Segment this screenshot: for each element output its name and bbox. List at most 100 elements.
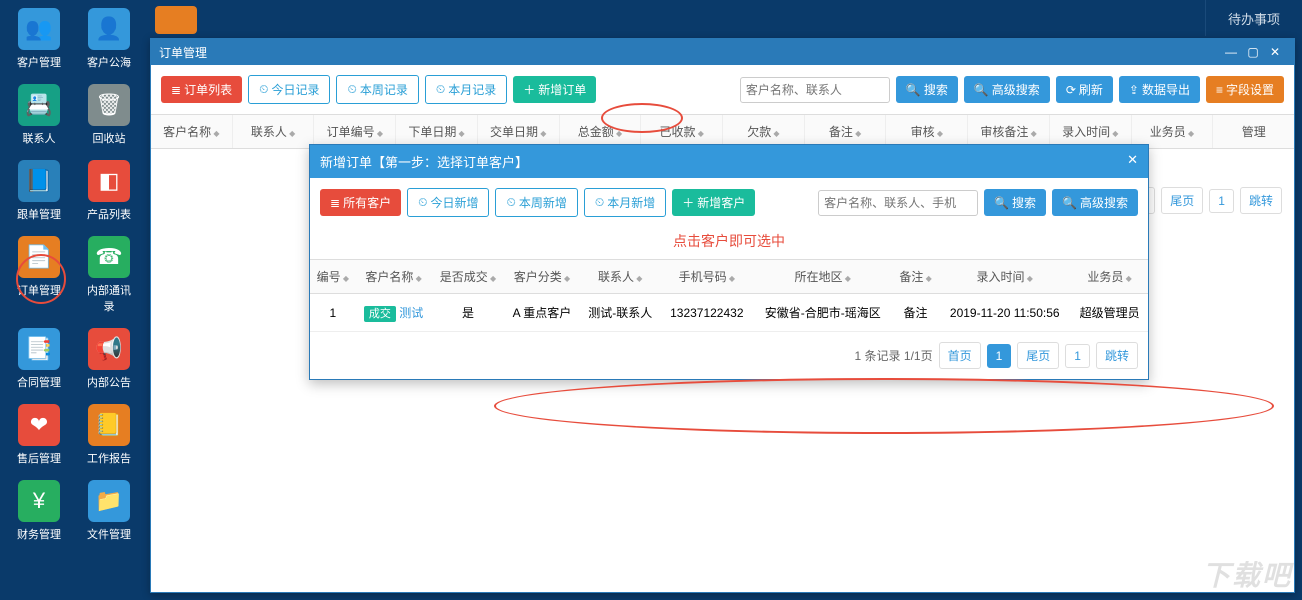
btn-export[interactable]: ⇪数据导出 <box>1119 76 1200 103</box>
desktop-icon-report[interactable]: 📒工作报告 <box>84 404 134 466</box>
btn-field-settings[interactable]: ≡字段设置 <box>1206 76 1284 103</box>
gh-customer[interactable]: 客户名称 <box>151 115 233 148</box>
desktop-icon-contract-mgmt[interactable]: 📑合同管理 <box>14 328 64 390</box>
cell-deal: 是 <box>432 294 505 332</box>
pager-page[interactable]: 1 <box>1065 344 1090 368</box>
btn-search[interactable]: 🔍搜索 <box>896 76 958 103</box>
mbtn-month[interactable]: ⏲本月新增 <box>584 188 666 217</box>
desktop-icon-order-mgmt[interactable]: 📄订单管理 <box>14 236 64 314</box>
gh-contact[interactable]: 联系人 <box>233 115 315 148</box>
desktop-icon-customer-pool[interactable]: 👤客户公海 <box>84 8 134 70</box>
cell-no: 1 <box>310 294 356 332</box>
modal-pager: 1 条记录 1/1页 首页 1 尾页 1 跳转 <box>310 332 1148 379</box>
mh-contact[interactable]: 联系人 <box>580 260 661 294</box>
btn-today-log[interactable]: ⏲今日记录 <box>248 75 330 104</box>
customer-link[interactable]: 测试 <box>399 306 423 320</box>
pager-first[interactable]: 首页 <box>939 342 981 369</box>
taskbar-app-icon[interactable] <box>155 6 197 34</box>
clock-icon: ⏲ <box>347 82 356 97</box>
mh-region[interactable]: 所在地区 <box>753 260 893 294</box>
modal-hint: 点击客户即可选中 <box>310 227 1148 259</box>
mbtn-search[interactable]: 🔍搜索 <box>984 189 1046 216</box>
mh-cat[interactable]: 客户分类 <box>504 260 579 294</box>
new-order-modal: 新增订单【第一步：选择订单客户】 ✕ ≣所有客户 ⏲今日新增 ⏲本周新增 ⏲本月… <box>309 144 1149 380</box>
modal-search-input[interactable] <box>818 190 978 216</box>
mh-remark[interactable]: 备注 <box>893 260 939 294</box>
pager-jump[interactable]: 跳转 <box>1096 342 1138 369</box>
clock-icon: ⏲ <box>418 195 427 210</box>
window-max-icon[interactable]: ▢ <box>1242 45 1264 59</box>
mh-phone[interactable]: 手机号码 <box>661 260 753 294</box>
search-icon: 🔍 <box>994 196 1009 210</box>
btn-order-list[interactable]: ≣订单列表 <box>161 76 242 103</box>
outer-pager-page[interactable]: 1 <box>1209 189 1234 213</box>
export-icon: ⇪ <box>1129 83 1139 97</box>
btn-month-log[interactable]: ⏲本月记录 <box>425 75 507 104</box>
clock-icon: ⏲ <box>436 82 445 97</box>
cell-contact: 测试-联系人 <box>580 294 661 332</box>
list-icon: ≣ <box>330 196 340 210</box>
clock-icon: ⏲ <box>259 82 268 97</box>
mh-deal[interactable]: 是否成交 <box>432 260 505 294</box>
btn-adv-search[interactable]: 🔍高级搜索 <box>964 76 1050 103</box>
pager-cur[interactable]: 1 <box>987 344 1012 368</box>
cell-region: 安徽省-合肥市-瑶海区 <box>753 294 893 332</box>
watermark: 下载吧 <box>1202 554 1292 594</box>
mh-name[interactable]: 客户名称 <box>356 260 432 294</box>
modal-title: 新增订单【第一步：选择订单客户】 <box>320 152 1127 171</box>
order-window: 订单管理 — ▢ ✕ ≣订单列表 ⏲今日记录 ⏲本周记录 ⏲本月记录 ＋新增订单… <box>150 38 1295 593</box>
cell-name: 成交 测试 <box>356 294 432 332</box>
cell-remark: 备注 <box>893 294 939 332</box>
mbtn-adv-search[interactable]: 🔍高级搜索 <box>1052 189 1138 216</box>
desktop-icon-follow-mgmt[interactable]: 📘跟单管理 <box>14 160 64 222</box>
modal-toolbar: ≣所有客户 ⏲今日新增 ⏲本周新增 ⏲本月新增 ＋新增客户 🔍搜索 🔍高级搜索 <box>310 178 1148 227</box>
search-icon: 🔍 <box>974 83 989 97</box>
mbtn-add-customer[interactable]: ＋新增客户 <box>672 189 755 216</box>
btn-refresh[interactable]: ⟳刷新 <box>1056 76 1113 103</box>
desktop-icon-files[interactable]: 📁文件管理 <box>84 480 134 542</box>
modal-close-icon[interactable]: ✕ <box>1127 152 1138 171</box>
desktop-icon-trash[interactable]: 🗑回收站 <box>84 84 134 146</box>
desktop-icon-aftersale[interactable]: ❤售后管理 <box>14 404 64 466</box>
modal-table: 编号 客户名称 是否成交 客户分类 联系人 手机号码 所在地区 备注 录入时间 … <box>310 259 1148 332</box>
desktop-icon-contacts[interactable]: 📇联系人 <box>14 84 64 146</box>
clock-icon: ⏲ <box>506 195 515 210</box>
deal-tag: 成交 <box>364 306 396 322</box>
pager-last[interactable]: 尾页 <box>1017 342 1059 369</box>
list-icon: ≣ <box>171 83 181 97</box>
cell-cat: A 重点客户 <box>504 294 579 332</box>
outer-pager-last[interactable]: 尾页 <box>1161 187 1203 214</box>
desktop-icon-customer-mgmt[interactable]: 👥客户管理 <box>14 8 64 70</box>
desktop-icon-announce[interactable]: 📢内部公告 <box>84 328 134 390</box>
clock-icon: ⏲ <box>595 195 604 210</box>
cell-time: 2019-11-20 11:50:56 <box>938 294 1071 332</box>
window-titlebar: 订单管理 — ▢ ✕ <box>151 39 1294 65</box>
desktop-icon-addressbook[interactable]: ☎内部通讯录 <box>84 236 134 314</box>
mh-agent[interactable]: 业务员 <box>1071 260 1148 294</box>
taskbar-todo[interactable]: 待办事项 <box>1205 0 1302 36</box>
pager-info: 1 条记录 1/1页 <box>855 347 933 364</box>
search-icon: 🔍 <box>906 83 921 97</box>
outer-pager-jump[interactable]: 跳转 <box>1240 187 1282 214</box>
search-icon: 🔍 <box>1062 196 1077 210</box>
mh-no[interactable]: 编号 <box>310 260 356 294</box>
mbtn-week[interactable]: ⏲本周新增 <box>495 188 577 217</box>
search-input[interactable] <box>740 77 890 103</box>
window-close-icon[interactable]: ✕ <box>1264 45 1286 59</box>
window-min-icon[interactable]: — <box>1220 45 1242 59</box>
cell-phone: 13237122432 <box>661 294 753 332</box>
plus-icon: ＋ <box>523 81 535 98</box>
mh-time[interactable]: 录入时间 <box>938 260 1071 294</box>
gear-icon: ≡ <box>1216 83 1223 97</box>
table-row[interactable]: 1 成交 测试 是 A 重点客户 测试-联系人 13237122432 安徽省-… <box>310 294 1148 332</box>
btn-week-log[interactable]: ⏲本周记录 <box>336 75 418 104</box>
mbtn-all[interactable]: ≣所有客户 <box>320 189 401 216</box>
plus-icon: ＋ <box>682 194 694 211</box>
refresh-icon: ⟳ <box>1066 83 1076 97</box>
gh-manage: 管理 <box>1213 115 1294 148</box>
mbtn-today[interactable]: ⏲今日新增 <box>407 188 489 217</box>
btn-add-order[interactable]: ＋新增订单 <box>513 76 596 103</box>
desktop-icon-product-list[interactable]: ◧产品列表 <box>84 160 134 222</box>
taskbar: 待办事项 <box>1205 0 1302 36</box>
desktop-icon-finance[interactable]: ¥财务管理 <box>14 480 64 542</box>
